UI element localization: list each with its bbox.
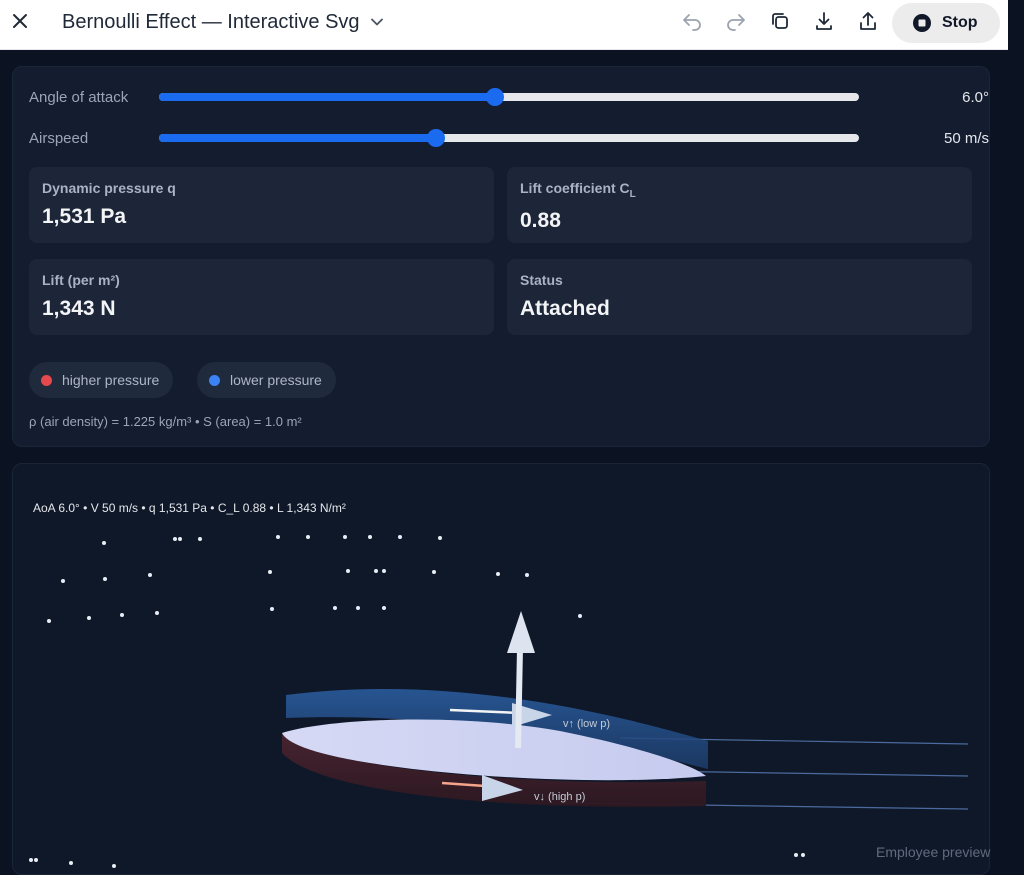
lift-coefficient-card: Lift coefficient CL 0.88 (507, 167, 972, 243)
share-icon (860, 12, 876, 30)
download-icon (816, 12, 832, 30)
angle-label: Angle of attack (29, 88, 129, 106)
higher-pressure-label: higher pressure (62, 372, 160, 388)
angle-slider-fill (159, 93, 495, 101)
airspeed-value: 50 m/s (943, 129, 989, 147)
dynamic-pressure-value: 1,531 Pa (42, 205, 127, 228)
stop-icon (913, 14, 931, 32)
redo-button[interactable] (725, 10, 747, 32)
airspeed-slider-row: Airspeed 50 m/s (29, 128, 989, 148)
stop-label: Stop (942, 14, 978, 31)
airspeed-slider-thumb[interactable] (426, 129, 445, 147)
status-card: Status Attached (507, 259, 972, 335)
lift-coefficient-label-wrap: Lift coefficient CL (520, 180, 636, 200)
angle-value: 6.0° (962, 88, 989, 106)
title-dropdown[interactable]: Bernoulli Effect — Interactive Svg (62, 9, 384, 35)
stop-button[interactable]: Stop (892, 3, 1000, 43)
airspeed-slider[interactable] (159, 129, 859, 147)
status-value: Attached (520, 297, 610, 320)
constants-note: ρ (air density) = 1.225 kg/m³ • S (area)… (29, 414, 302, 429)
redo-icon (727, 14, 745, 31)
share-button[interactable] (857, 10, 879, 32)
lift-coefficient-value: 0.88 (520, 209, 561, 232)
upper-velocity-label: v↑ (low p) (563, 718, 610, 730)
close-button[interactable] (8, 9, 32, 33)
employee-preview-label: Employee preview (876, 844, 991, 860)
lift-card: Lift (per m²) 1,343 N (29, 259, 494, 335)
higher-pressure-dot (41, 374, 52, 386)
legend-higher-pressure: higher pressure (29, 362, 174, 398)
controls-panel: Angle of attack 6.0° Airspeed 50 m/s Dyn… (12, 66, 990, 447)
copy-icon (772, 13, 788, 29)
lower-pressure-dot (209, 374, 220, 386)
lift-coefficient-subscript: L (629, 188, 636, 200)
airspeed-slider-fill (159, 134, 436, 142)
angle-slider[interactable] (159, 88, 859, 106)
angle-slider-row: Angle of attack 6.0° (29, 87, 989, 107)
app-toolbar: Bernoulli Effect — Interactive Svg Stop (0, 0, 1008, 50)
undo-icon (683, 14, 701, 31)
undo-button[interactable] (681, 10, 703, 32)
lower-pressure-label: lower pressure (230, 372, 322, 388)
lift-label: Lift (per m²) (42, 272, 120, 288)
page-title: Bernoulli Effect — Interactive Svg (62, 10, 360, 33)
airspeed-label: Airspeed (29, 129, 89, 147)
download-button[interactable] (813, 10, 835, 32)
dynamic-pressure-label: Dynamic pressure q (42, 180, 176, 196)
lift-coefficient-label: Lift coefficient C (520, 180, 630, 196)
lift-value: 1,343 N (42, 297, 116, 320)
status-label: Status (520, 272, 563, 288)
lower-velocity-label: v↓ (high p) (534, 791, 585, 803)
chevron-down-icon (370, 18, 383, 26)
copy-button[interactable] (769, 10, 791, 32)
dynamic-pressure-card: Dynamic pressure q 1,531 Pa (29, 167, 494, 243)
airfoil-diagram: v↑ (low p) v↓ (high p) (29, 535, 969, 868)
legend-lower-pressure: lower pressure (197, 362, 336, 398)
angle-slider-thumb[interactable] (486, 88, 504, 106)
close-icon (13, 14, 27, 28)
